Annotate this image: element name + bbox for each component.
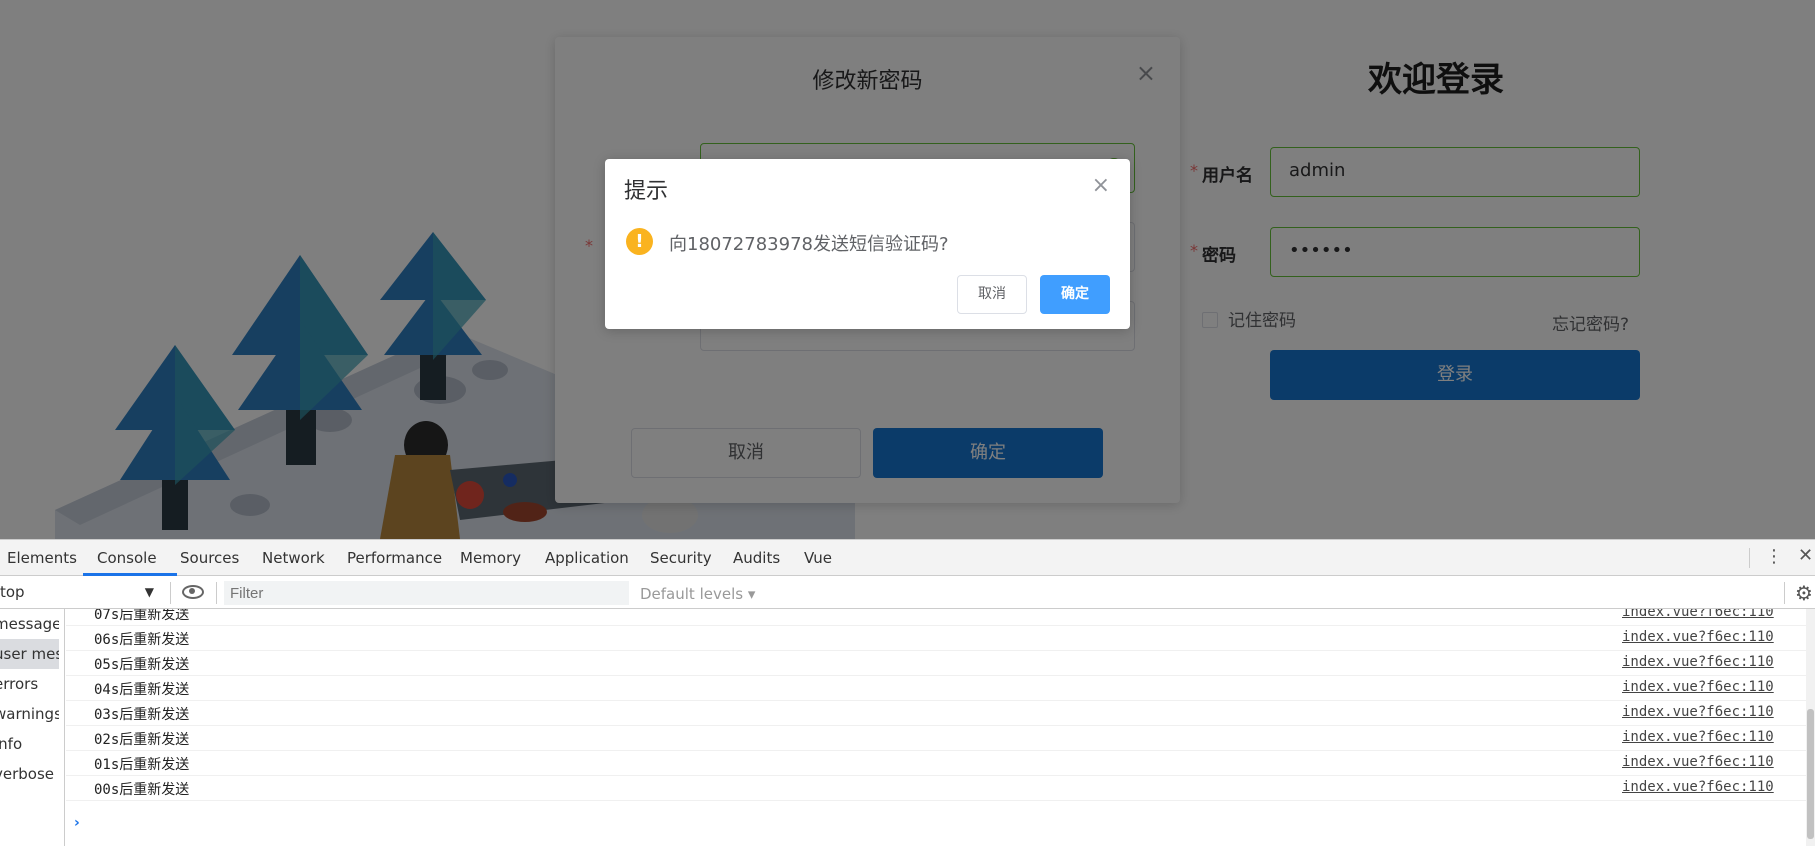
log-levels-dropdown[interactable]: Default levels ▾ <box>640 585 755 603</box>
log-source-link[interactable]: index.vue?f6ec:110 <box>1622 654 1774 670</box>
sidebar-item-user-messages[interactable]: user mes... <box>0 639 59 669</box>
close-icon[interactable]: ✕ <box>1798 545 1813 566</box>
log-source-link[interactable]: index.vue?f6ec:110 <box>1622 729 1774 745</box>
log-message: 05s后重新发送 <box>94 657 190 673</box>
log-source-link[interactable]: index.vue?f6ec:110 <box>1622 704 1774 720</box>
log-row: 00s后重新发送 index.vue?f6ec:110 <box>66 776 1806 801</box>
tab-vue[interactable]: Vue <box>804 549 832 567</box>
divider <box>216 582 217 604</box>
log-row: 04s后重新发送 index.vue?f6ec:110 <box>66 676 1806 701</box>
tab-network[interactable]: Network <box>262 549 325 567</box>
tab-performance[interactable]: Performance <box>347 549 442 567</box>
log-source-link[interactable]: index.vue?f6ec:110 <box>1622 609 1774 620</box>
log-message: 07s后重新发送 <box>94 609 190 623</box>
log-source-link[interactable]: index.vue?f6ec:110 <box>1622 629 1774 645</box>
tab-memory[interactable]: Memory <box>460 549 521 567</box>
sidebar-item-verbose[interactable]: verbose <box>0 759 59 789</box>
scroll-thumb[interactable] <box>1807 709 1814 839</box>
tab-audits[interactable]: Audits <box>733 549 780 567</box>
console-log-list: 07s后重新发送 index.vue?f6ec:110 06s后重新发送 ind… <box>66 609 1806 846</box>
devtools-panel: Elements Console Sources Network Perform… <box>0 539 1815 846</box>
log-row: 01s后重新发送 index.vue?f6ec:110 <box>66 751 1806 776</box>
sidebar-item-warnings[interactable]: warnings <box>0 699 59 729</box>
warning-icon: ! <box>626 228 653 255</box>
log-row: 07s后重新发送 index.vue?f6ec:110 <box>66 609 1806 626</box>
log-row: 02s后重新发送 index.vue?f6ec:110 <box>66 726 1806 751</box>
tab-elements[interactable]: Elements <box>7 549 77 567</box>
log-message: 01s后重新发送 <box>94 757 190 773</box>
log-row: 03s后重新发送 index.vue?f6ec:110 <box>66 701 1806 726</box>
log-message: 04s后重新发送 <box>94 682 190 698</box>
log-source-link[interactable]: index.vue?f6ec:110 <box>1622 679 1774 695</box>
log-row: 06s后重新发送 index.vue?f6ec:110 <box>66 626 1806 651</box>
sidebar-item-messages[interactable]: messages <box>0 609 59 639</box>
context-value: top <box>0 583 25 601</box>
context-selector[interactable]: top ▼ <box>0 583 158 603</box>
console-toolbar: top ▼ Default levels ▾ ⚙ <box>0 576 1815 609</box>
message-cancel-button[interactable]: 取消 <box>957 275 1027 314</box>
log-message: 02s后重新发送 <box>94 732 190 748</box>
log-message: 06s后重新发送 <box>94 632 190 648</box>
log-row: 05s后重新发送 index.vue?f6ec:110 <box>66 651 1806 676</box>
sidebar-item-errors[interactable]: errors <box>0 669 59 699</box>
sidebar-item-info[interactable]: info <box>0 729 59 759</box>
divider <box>170 582 171 604</box>
console-prompt-icon[interactable]: › <box>74 815 80 831</box>
gear-icon[interactable]: ⚙ <box>1795 581 1813 605</box>
message-confirm-button[interactable]: 确定 <box>1040 275 1110 314</box>
divider <box>1784 582 1785 604</box>
tab-security[interactable]: Security <box>650 549 712 567</box>
confirm-message-box: 提示 × ! 向18072783978发送短信验证码? 取消 确定 <box>605 159 1130 329</box>
app-viewport: 欢迎登录 * 用户名 admin * 密码 •••••• 记住密码 忘记密码? … <box>0 0 1815 539</box>
log-source-link[interactable]: index.vue?f6ec:110 <box>1622 754 1774 770</box>
log-message: 00s后重新发送 <box>94 782 190 798</box>
message-text: 向18072783978发送短信验证码? <box>669 234 949 255</box>
message-box-title: 提示 <box>624 179 669 204</box>
filter-input[interactable] <box>224 581 629 605</box>
devtools-tab-bar: Elements Console Sources Network Perform… <box>0 540 1815 576</box>
eye-icon[interactable] <box>182 585 204 599</box>
more-options-icon[interactable]: ⋮ <box>1765 546 1783 567</box>
log-message: 03s后重新发送 <box>94 707 190 723</box>
log-source-link[interactable]: index.vue?f6ec:110 <box>1622 779 1774 795</box>
console-sidebar: messages user mes... errors warnings inf… <box>0 609 65 846</box>
close-icon[interactable]: × <box>1092 173 1110 198</box>
tab-sources[interactable]: Sources <box>180 549 239 567</box>
console-scrollbar[interactable] <box>1806 609 1815 846</box>
tab-console[interactable]: Console <box>97 549 157 567</box>
tab-application[interactable]: Application <box>545 549 629 567</box>
dropdown-arrow-icon: ▼ <box>144 585 154 599</box>
divider <box>1749 548 1750 568</box>
